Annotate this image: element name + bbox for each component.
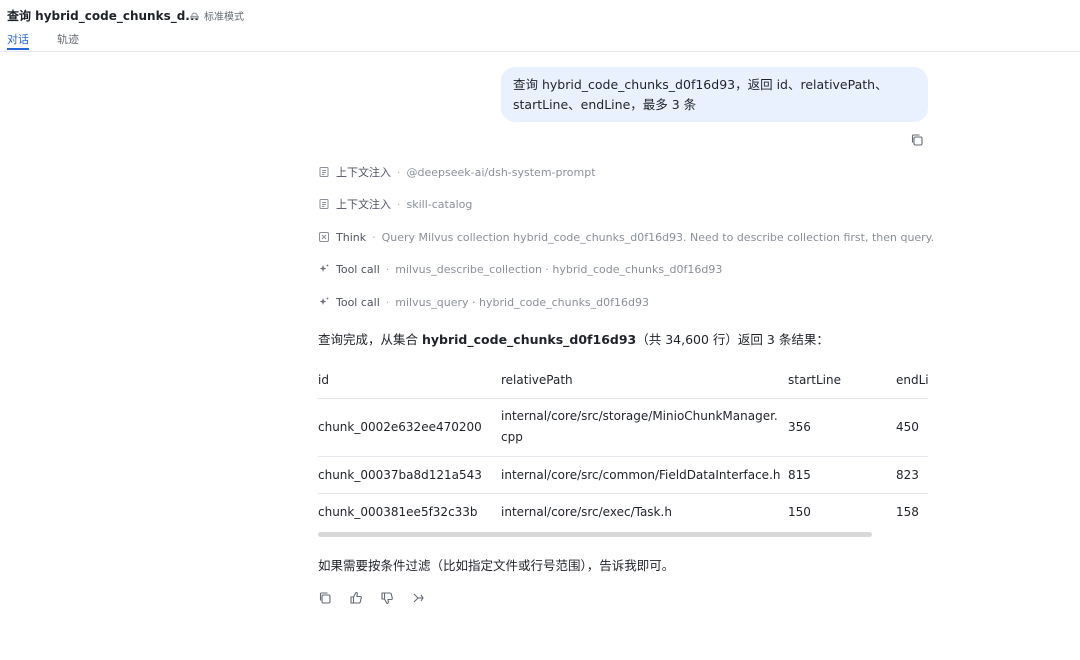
step-label: Tool call <box>336 262 380 276</box>
cell-startline: 356 <box>788 420 811 434</box>
cell-path: internal/core/src/storage/MinioChunkMana… <box>501 409 778 423</box>
step-tool-call-query[interactable]: Tool call · milvus_query · hybrid_code_c… <box>318 294 649 310</box>
active-tab-indicator <box>7 48 29 50</box>
step-label: Think <box>336 230 367 244</box>
top-header: 查询 hybrid_code_chunks_d... 标准模式 对话 轨迹 <box>0 0 1080 52</box>
tab-dialog[interactable]: 对话 <box>7 31 29 47</box>
cell-id: chunk_00037ba8d121a543 <box>318 468 482 482</box>
step-detail: skill-catalog <box>406 197 473 211</box>
mode-icon <box>189 9 200 23</box>
cell-path: internal/core/src/exec/Task.h <box>501 505 672 519</box>
tab-trace[interactable]: 轨迹 <box>57 31 79 47</box>
cell-endline: 450 <box>896 420 919 434</box>
separator: · <box>385 295 390 309</box>
cell-endline: 823 <box>896 468 919 482</box>
results-table: id relativePath startLine endLine chunk_… <box>318 362 928 542</box>
separator: · <box>397 165 401 179</box>
document-icon <box>318 198 330 210</box>
followup-text: 如果需要按条件过滤（比如指定文件或行号范围），告诉我即可。 <box>318 558 675 573</box>
step-detail: milvus_describe_collection · hybrid_code… <box>395 262 723 276</box>
copy-message-icon[interactable] <box>910 132 924 146</box>
step-detail: milvus_query · hybrid_code_chunks_d0f16d… <box>395 295 649 309</box>
share-icon[interactable] <box>411 591 425 605</box>
step-detail: @deepseek-ai/dsh-system-prompt <box>406 165 596 179</box>
cell-path-wrap: cpp <box>501 430 523 444</box>
user-message-line1: 查询 hybrid_code_chunks_d0f16d93，返回 id、rel… <box>513 77 888 92</box>
cell-path: internal/core/src/common/FieldDataInterf… <box>501 468 781 482</box>
step-think[interactable]: Think · Query Milvus collection hybrid_c… <box>318 229 934 245</box>
thumbs-down-icon[interactable] <box>380 591 394 605</box>
step-label: Tool call <box>336 295 380 309</box>
mode-label: 标准模式 <box>204 12 244 23</box>
separator: · <box>372 230 376 244</box>
cell-id: chunk_0002e632ee470200 <box>318 420 482 434</box>
sparkle-icon <box>318 296 330 308</box>
brain-icon <box>318 231 330 243</box>
step-context-injection-1[interactable]: 上下文注入 · @deepseek-ai/dsh-system-prompt <box>318 164 596 180</box>
cell-endline: 158 <box>896 505 919 519</box>
row-divider <box>318 398 928 399</box>
cell-startline: 815 <box>788 468 811 482</box>
answer-summary: 查询完成，从集合 hybrid_code_chunks_d0f16d93（共 3… <box>318 329 829 348</box>
column-header-id: id <box>318 373 329 387</box>
column-header-relativepath: relativePath <box>501 373 573 387</box>
column-header-endline: endLine <box>896 373 928 387</box>
copy-icon[interactable] <box>318 591 332 605</box>
separator: · <box>397 197 401 211</box>
mode-indicator[interactable]: 标准模式 <box>189 8 244 23</box>
document-icon <box>318 166 330 178</box>
separator: · <box>385 262 390 276</box>
cell-startline: 150 <box>788 505 811 519</box>
column-header-startline: startLine <box>788 373 841 387</box>
cell-id: chunk_000381ee5f32c33b <box>318 505 478 519</box>
answer-suffix: （共 34,600 行）返回 3 条结果： <box>636 332 829 347</box>
answer-collection-name: hybrid_code_chunks_d0f16d93 <box>421 332 637 347</box>
row-divider <box>318 493 928 494</box>
row-divider <box>318 456 928 457</box>
message-actions <box>318 591 425 605</box>
user-message-bubble: 查询 hybrid_code_chunks_d0f16d93，返回 id、rel… <box>501 67 928 122</box>
thumbs-up-icon[interactable] <box>349 591 363 605</box>
step-label: 上下文注入 <box>336 166 391 179</box>
sparkle-icon <box>318 263 330 275</box>
step-label: 上下文注入 <box>336 198 391 211</box>
answer-prefix: 查询完成，从集合 <box>318 332 422 347</box>
horizontal-scrollbar[interactable] <box>318 532 872 537</box>
user-message-line2: startLine、endLine，最多 3 条 <box>513 97 697 112</box>
conversation-title: 查询 hybrid_code_chunks_d... <box>7 9 199 23</box>
step-detail: Query Milvus collection hybrid_code_chun… <box>381 230 935 244</box>
step-context-injection-2[interactable]: 上下文注入 · skill-catalog <box>318 196 472 212</box>
step-tool-call-describe[interactable]: Tool call · milvus_describe_collection ·… <box>318 261 722 277</box>
